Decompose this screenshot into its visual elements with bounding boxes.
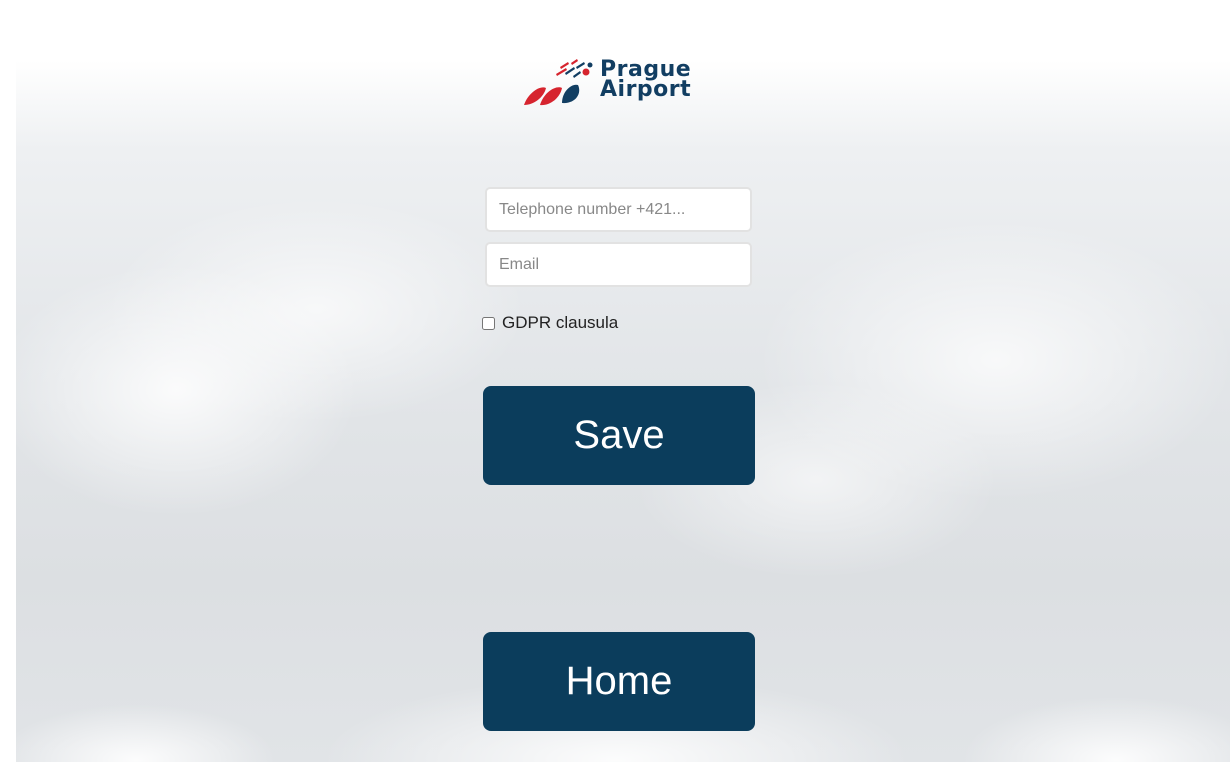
gdpr-checkbox[interactable] (482, 316, 495, 330)
logo-line-airport: Airport (600, 77, 692, 102)
prague-airport-logo-icon (524, 59, 593, 106)
home-button[interactable]: Home (483, 632, 755, 731)
gdpr-consent[interactable]: GDPR clausula (480, 312, 618, 334)
gdpr-label: GDPR clausula (502, 313, 619, 332)
save-button[interactable]: Save (483, 386, 755, 485)
prague-airport-logo: Prague Airport (522, 57, 722, 109)
page: Prague Airport GDPR clausula Save Home (0, 0, 1230, 762)
logo-wordmark: Prague Airport (600, 59, 692, 102)
email-input[interactable] (485, 242, 752, 287)
telephone-input[interactable] (485, 187, 752, 232)
